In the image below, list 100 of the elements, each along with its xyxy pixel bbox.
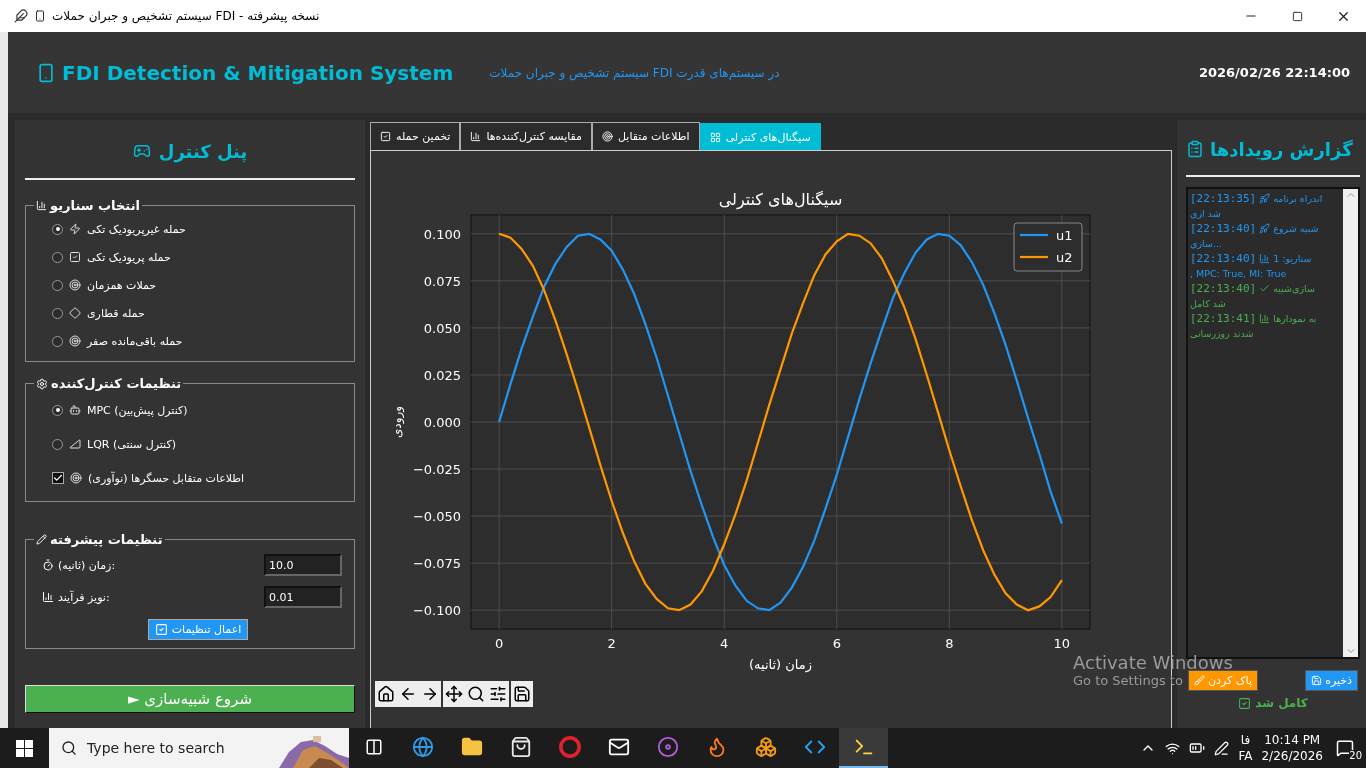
log-message: شبیه شروع [1273,222,1319,236]
log-message: شدند روزرسانی [1190,327,1254,341]
radio-button[interactable] [52,438,63,450]
chart-title: سیگنال‌های کنترلی [718,190,843,209]
tab[interactable]: تخمین حمله [370,122,461,150]
phone-icon [36,62,56,83]
move-icon[interactable] [445,685,463,703]
target-icon [70,472,82,484]
terminal-icon[interactable] [839,728,888,768]
option-label: MPC (کنترل پیش‌بین) [87,403,188,417]
tab[interactable]: اطلاعات متقابل [592,122,700,150]
log-message: سازی‌شبیه [1273,282,1315,296]
tick-label: 0.100 [423,226,461,242]
windows-icon[interactable] [16,739,33,757]
phone-icon [34,10,46,22]
tick-label: 8 [945,636,954,651]
sliders-icon[interactable] [489,685,507,703]
search-icon[interactable] [467,685,485,703]
tab[interactable]: مقایسه کنترل‌کننده‌ها [460,122,592,150]
radio-button[interactable] [52,251,63,263]
tick-label: 0.075 [423,273,461,289]
axis-label: زمان (ثانیه) [748,657,813,672]
gear-icon [36,377,48,390]
legend-label: u2 [1056,250,1073,265]
date-time: 2026/02/26 22:14:00 [1198,65,1350,80]
option-label: حمله قطاری [87,306,145,320]
checkbox[interactable] [52,472,64,484]
log-time: [22:13:35] [1190,191,1257,206]
tick-label: −0.050 [412,509,461,525]
log-time: [22:13:41] [1190,311,1257,326]
legend [1013,222,1083,272]
checkbox-icon [154,623,168,636]
tick-label: 6 [832,636,841,651]
timer-icon [42,559,54,571]
triangle-icon [69,438,81,450]
app-subtitle: در سیستم‌های قدرت FDI سیستم تشخیص و جبران حملات [489,65,781,80]
battery-icon[interactable] [1189,740,1206,756]
bar-chart-icon [42,591,54,603]
tick-label: 0.050 [423,320,461,336]
radio-button[interactable] [52,335,63,347]
tick-label: 10 [1053,636,1071,651]
status-text: کامل شد [1255,696,1308,710]
input-field[interactable]: 0.01 [264,586,342,608]
tick-label: 0.000 [423,415,461,430]
log-time: [22:13:40] [1190,281,1257,296]
target-icon [602,131,613,142]
bar-chart-icon [1259,253,1271,264]
target-icon [69,335,81,347]
maximize-icon [1291,10,1303,22]
search-field[interactable]: Type here to search [49,728,349,768]
tick-label: −0.100 [412,603,461,619]
checkbox-icon [69,251,81,263]
check-icon [1259,283,1271,294]
bar-chart-icon [470,131,482,142]
app-title: FDI Detection & Mitigation System [62,60,454,85]
panel-title: گزارش رویدادها [1210,138,1353,160]
check-icon [1238,696,1252,710]
robot-icon [69,404,81,416]
tick-label: −0.025 [412,462,461,478]
back-icon[interactable] [399,685,417,703]
tick-label: −0.075 [412,556,461,572]
option-label: حملات همزمان [87,278,157,292]
feather-icon [14,9,28,23]
save-icon [1311,675,1323,686]
radio-button[interactable] [52,307,63,319]
log-message: , MPC: True, MI: True [1190,267,1287,281]
group-title: تنظیمات کنترل‌کننده [51,376,182,391]
axis-label: ورودی [390,405,404,439]
checkbox-icon [380,131,391,142]
log-message: سازی... [1190,237,1222,251]
option-label: LQR (کنترل سنتی) [87,437,176,451]
pen-icon[interactable] [1214,740,1230,756]
log-message: شد کامل [1190,297,1226,311]
clock[interactable]: 10:14 PM 2/26/2026 [1261,732,1323,764]
option-label: حمله باقی‌مانده صفر [87,334,183,348]
option-label: حمله پریودیک تکی [87,250,171,264]
home-icon[interactable] [377,685,395,703]
diamond-icon [69,307,81,319]
wifi-icon[interactable] [1165,740,1181,756]
group-title: تنظیمات پیشرفته [50,532,163,547]
option-label: حمله غیرپریودیک تکی [87,222,186,236]
tick-label: 0.025 [423,367,461,383]
rocket-icon [1259,193,1271,204]
target-icon [69,279,81,291]
clipboard-icon [1186,140,1204,158]
columns-icon [364,738,383,756]
group-title: انتخاب سناریو [50,198,140,213]
log-message: به نمودارها [1273,312,1317,326]
bar-chart-icon [36,200,47,211]
rocket-icon [1259,223,1271,234]
bar-chart-icon [1259,313,1271,324]
log-time: [22:13:40] [1190,221,1257,236]
lightning-icon [69,223,81,235]
forward-icon[interactable] [421,685,439,703]
tick-label: 4 [720,636,729,651]
radio-button[interactable] [52,279,63,291]
input-field[interactable]: 10.0 [264,554,342,576]
brush-icon [1194,675,1205,686]
radio-button[interactable] [52,223,63,235]
radio-button[interactable] [52,404,63,416]
